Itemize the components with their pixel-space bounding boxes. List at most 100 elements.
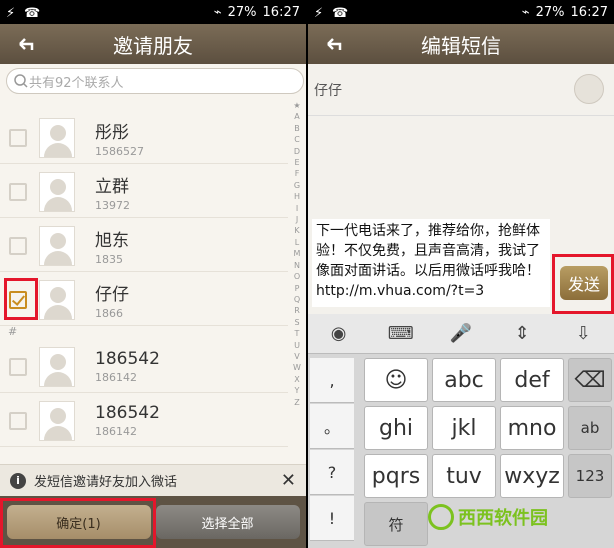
- alphabet-letter[interactable]: W: [290, 362, 304, 373]
- punct-key[interactable]: 。: [310, 404, 354, 449]
- alphabet-letter[interactable]: R: [290, 305, 304, 316]
- contact-row[interactable]: 彤彤 1586527: [0, 112, 288, 164]
- alphabet-letter[interactable]: U: [290, 340, 304, 351]
- contact-number: 1586527: [95, 144, 144, 158]
- left-screen: ⚡ ☎ ⌁ 27% 16:27 邀请朋友 共有92个联系人 彤彤 1586527 …: [0, 0, 306, 548]
- phone-icon: ☎: [332, 6, 349, 21]
- avatar: [39, 279, 75, 320]
- alphabet-letter[interactable]: L: [290, 237, 304, 248]
- number-key[interactable]: 123: [568, 454, 612, 498]
- punct-key[interactable]: ,: [310, 358, 354, 403]
- keyboard-toolbar: ◉ ⌨ 🎤 ⇕ ⇩: [308, 314, 614, 354]
- phone-icon: ☎: [24, 6, 41, 21]
- alphabet-letter[interactable]: G: [290, 180, 304, 191]
- key-abc[interactable]: abc: [432, 358, 496, 402]
- add-contact-icon[interactable]: [574, 74, 604, 104]
- keyboard: ◉ ⌨ 🎤 ⇕ ⇩ , 。 ? ! ☺ abc def ⌫ ghi jkl mn…: [308, 314, 614, 548]
- page-title: 邀请朋友: [113, 33, 193, 58]
- status-time: 16:27: [262, 4, 300, 20]
- alphabet-letter[interactable]: Q: [290, 294, 304, 305]
- punct-key[interactable]: ?: [310, 450, 354, 495]
- avatar: [39, 346, 75, 387]
- info-icon: i: [10, 472, 26, 489]
- key-tuv[interactable]: tuv: [432, 454, 496, 498]
- alphabet-letter[interactable]: Z: [290, 397, 304, 408]
- key-emoji[interactable]: ☺: [364, 358, 428, 402]
- key-pqrs[interactable]: pqrs: [364, 454, 428, 498]
- ab-key[interactable]: ab: [568, 406, 612, 450]
- usb-icon: ⚡: [6, 6, 16, 21]
- symbol-key[interactable]: 符: [364, 502, 428, 546]
- key-ghi[interactable]: ghi: [364, 406, 428, 450]
- alphabet-letter[interactable]: I: [290, 203, 304, 214]
- alphabet-letter[interactable]: N: [290, 260, 304, 271]
- alphabet-letter[interactable]: P: [290, 283, 304, 294]
- message-input[interactable]: 下一代电话来了，推荐给你，抢鲜体验！不仅免费，且声音高清，我试了像面对面讲话。以…: [312, 219, 550, 307]
- alphabet-letter[interactable]: E: [290, 157, 304, 168]
- alphabet-letter[interactable]: J: [290, 214, 304, 225]
- alphabet-letter[interactable]: F: [290, 168, 304, 179]
- contact-name: 186542: [95, 349, 160, 369]
- contact-row[interactable]: 立群 13972: [0, 166, 288, 218]
- punct-key[interactable]: !: [310, 496, 354, 541]
- cursor-icon[interactable]: ⇕: [510, 323, 534, 344]
- contact-row[interactable]: 186542 186142: [0, 395, 288, 447]
- close-icon[interactable]: ✕: [281, 470, 296, 491]
- highlight-box: [552, 254, 614, 314]
- key-jkl[interactable]: jkl: [432, 406, 496, 450]
- alphabet-letter[interactable]: M: [290, 248, 304, 259]
- recipient-field[interactable]: 仔仔: [308, 64, 614, 116]
- alphabet-letter[interactable]: V: [290, 351, 304, 362]
- status-time: 16:27: [570, 4, 608, 20]
- contact-checkbox[interactable]: [9, 128, 27, 147]
- back-arrow-icon[interactable]: [14, 32, 38, 56]
- info-text: 发短信邀请好友加入微话: [34, 475, 178, 490]
- alphabet-letter[interactable]: B: [290, 123, 304, 134]
- contact-row[interactable]: 旭东 1835: [0, 220, 288, 272]
- contact-checkbox[interactable]: [9, 357, 27, 376]
- contact-row[interactable]: 仔仔 1866: [0, 274, 288, 326]
- microphone-icon[interactable]: 🎤: [449, 323, 473, 344]
- alphabet-letter[interactable]: D: [290, 146, 304, 157]
- search-input[interactable]: 共有92个联系人: [6, 68, 304, 94]
- alphabet-letter[interactable]: X: [290, 374, 304, 385]
- contact-checkbox[interactable]: [9, 236, 27, 255]
- wifi-icon: ⌁: [521, 4, 530, 20]
- contact-checkbox[interactable]: [9, 182, 27, 201]
- avatar: [39, 400, 75, 441]
- logo-ring-icon: [428, 504, 454, 530]
- alphabet-letter[interactable]: ★: [290, 100, 304, 111]
- search-placeholder: 共有92个联系人: [29, 75, 124, 91]
- select-all-button[interactable]: 选择全部: [155, 505, 300, 539]
- contact-name: 立群: [95, 176, 129, 197]
- alphabet-letter[interactable]: H: [290, 191, 304, 202]
- key-wxyz[interactable]: wxyz: [500, 454, 564, 498]
- alphabet-letter[interactable]: A: [290, 111, 304, 122]
- key-mno[interactable]: mno: [500, 406, 564, 450]
- watermark-text: 西西软件园: [458, 508, 548, 529]
- alphabet-index[interactable]: ★ A B C D E F G H I J K L M N O P Q R S T U V W X Y Z: [290, 100, 304, 408]
- back-arrow-icon[interactable]: [322, 32, 346, 56]
- contact-name: 186542: [95, 403, 160, 423]
- contact-number: 186142: [95, 371, 137, 384]
- ifly-icon[interactable]: ◉: [327, 323, 351, 344]
- watermark-logo: 西西软件园: [428, 502, 548, 532]
- keyboard-icon[interactable]: ⌨: [388, 323, 414, 344]
- backspace-key[interactable]: ⌫: [568, 358, 612, 402]
- highlight-box: [0, 498, 156, 548]
- contact-name: 仔仔: [95, 284, 129, 305]
- contact-checkbox[interactable]: [9, 411, 27, 430]
- contact-name: 旭东: [95, 230, 129, 251]
- alphabet-letter[interactable]: T: [290, 328, 304, 339]
- alphabet-letter[interactable]: S: [290, 317, 304, 328]
- alphabet-letter[interactable]: Y: [290, 385, 304, 396]
- hide-keyboard-icon[interactable]: ⇩: [571, 323, 595, 344]
- status-bar: ⚡ ☎ ⌁ 27% 16:27: [0, 0, 306, 24]
- alphabet-letter[interactable]: O: [290, 271, 304, 282]
- contact-row[interactable]: 186542 186142: [0, 341, 288, 393]
- alphabet-letter[interactable]: C: [290, 134, 304, 145]
- status-bar: ⚡ ☎ ⌁ 27% 16:27: [308, 0, 614, 24]
- recipient-name: 仔仔: [314, 82, 342, 99]
- key-def[interactable]: def: [500, 358, 564, 402]
- alphabet-letter[interactable]: K: [290, 225, 304, 236]
